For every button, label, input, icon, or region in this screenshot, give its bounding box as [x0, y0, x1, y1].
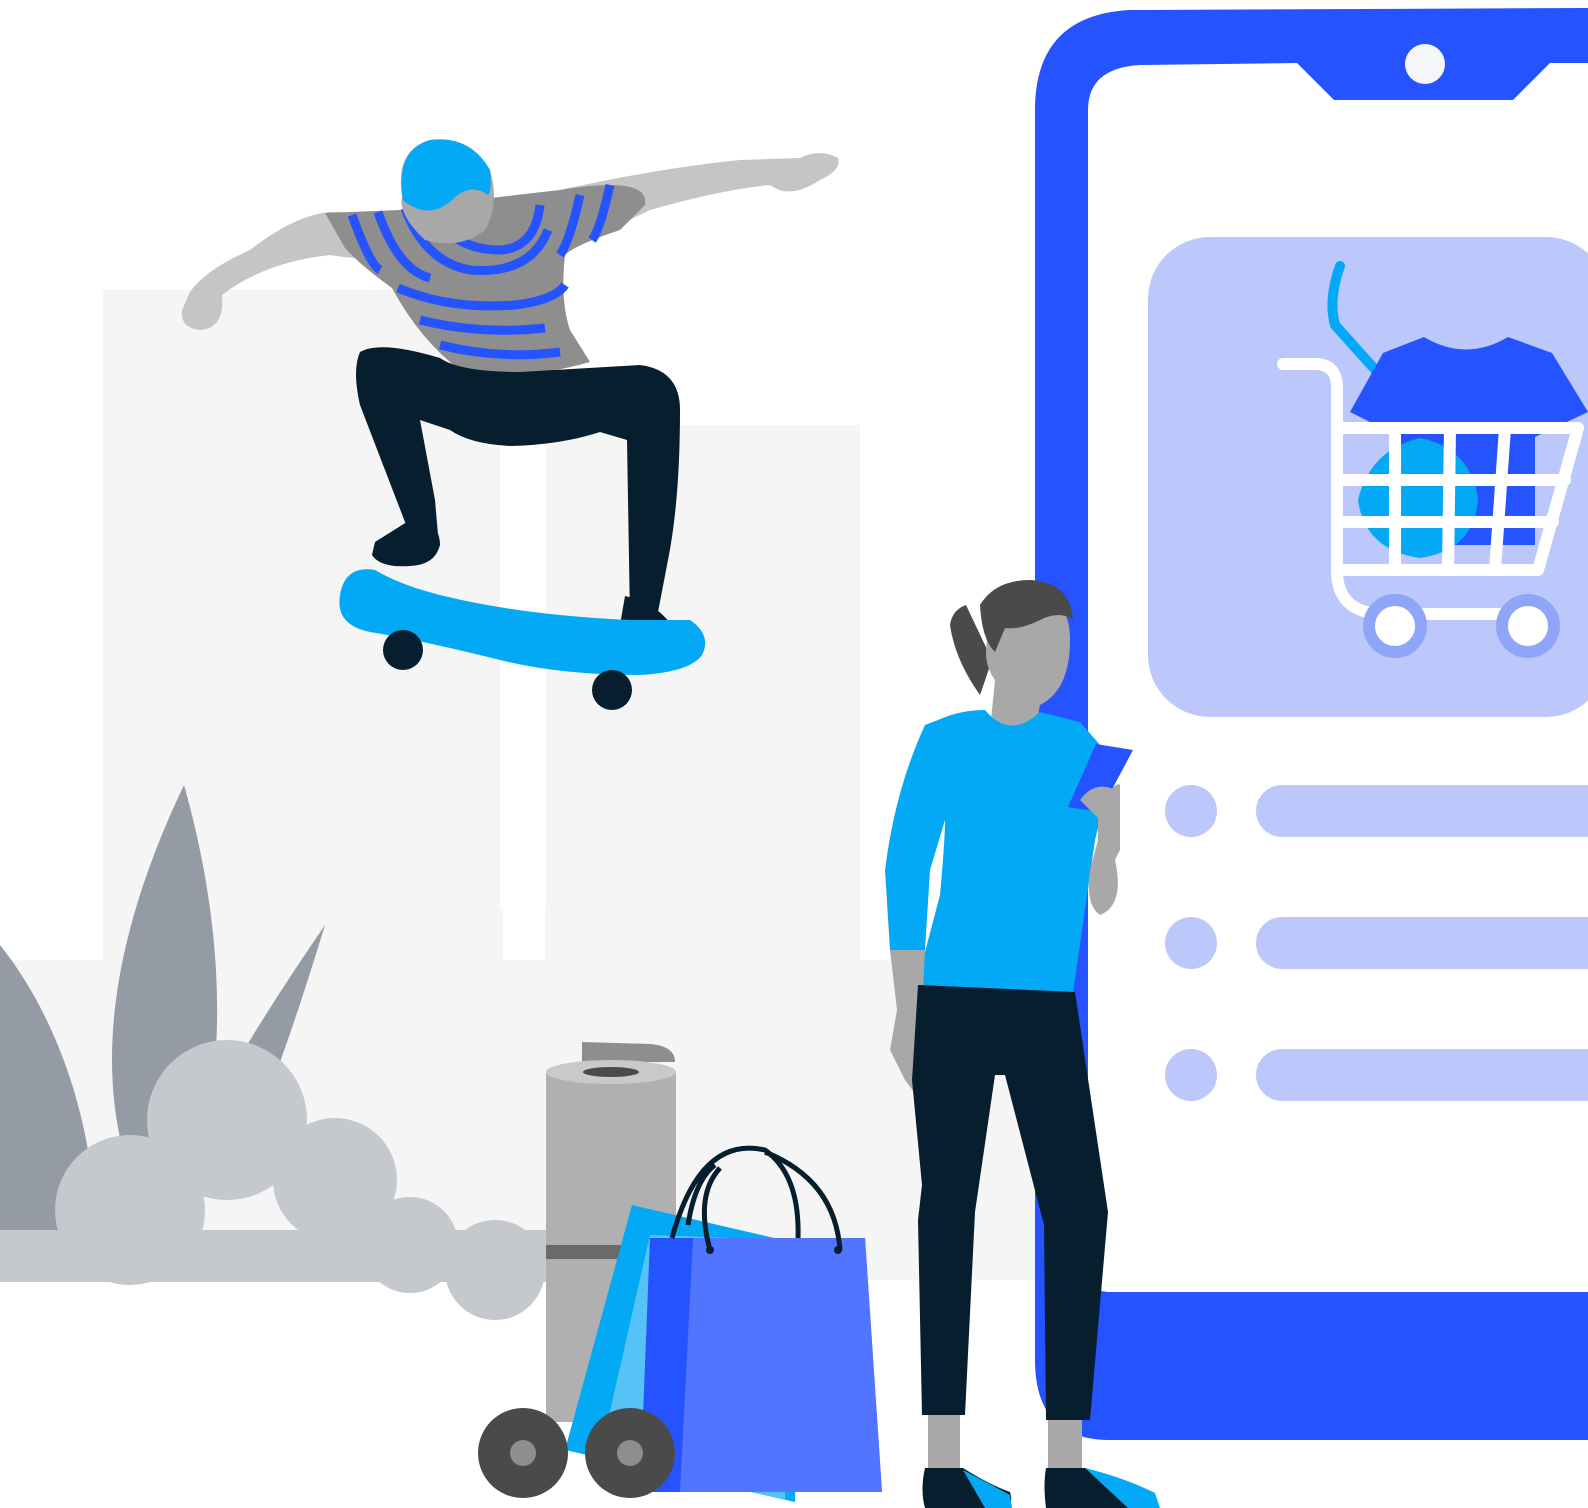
list-bullet — [1165, 917, 1217, 969]
list-bar — [1256, 917, 1588, 969]
phone — [1035, 8, 1588, 1440]
illustration-canvas — [0, 8, 1588, 1508]
list-bullet — [1165, 785, 1217, 837]
list-bar — [1256, 1049, 1588, 1101]
camera-dot-icon — [1405, 44, 1445, 84]
cart-wheel-right — [1496, 594, 1560, 658]
list-bar — [1256, 785, 1588, 837]
list-bullet — [1165, 1049, 1217, 1101]
cart-wheel-left — [1363, 594, 1427, 658]
